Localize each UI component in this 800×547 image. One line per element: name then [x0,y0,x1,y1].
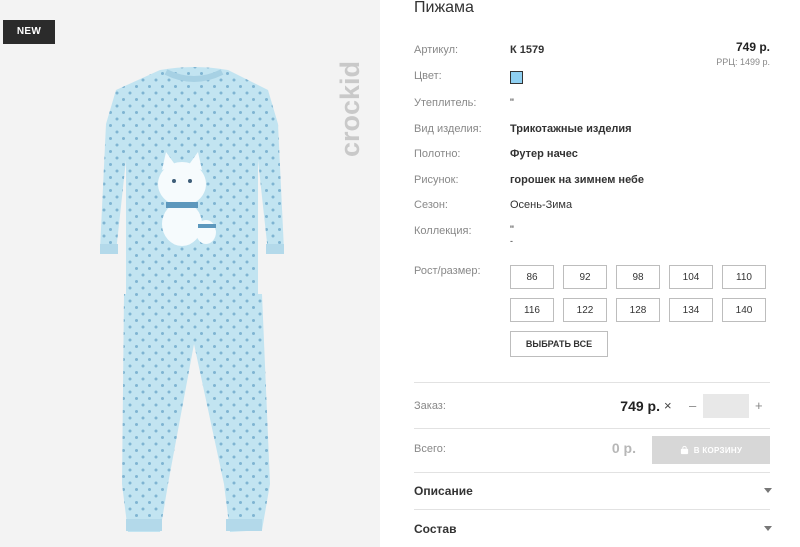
product-type-label: Вид изделия: [414,123,482,135]
select-all-button[interactable]: ВЫБРАТЬ ВСЕ [510,331,608,357]
add-to-cart-button[interactable]: В КОРЗИНУ [652,436,770,464]
divider [414,382,770,383]
cart-button-label: В КОРЗИНУ [693,445,743,455]
fabric-value: Футер начес [510,148,578,160]
increase-button[interactable]: + [755,398,763,413]
size-option[interactable]: 104 [669,265,713,289]
accordion-description-title[interactable]: Описание [414,484,473,498]
product-image-panel[interactable]: NEW crockid [0,0,380,547]
product-details: Пижама Артикул: К 1579 749 р. РРЦ: 1499 … [414,0,772,547]
cart-icon [680,445,688,454]
brand-logo-text: crockid [335,61,365,157]
decrease-button[interactable]: – [689,398,696,413]
quantity-input[interactable] [703,394,749,418]
season-label: Сезон: [414,199,448,211]
fabric-label: Полотно: [414,148,461,160]
crockid-logo-icon: crockid [335,61,365,157]
product-photo [100,67,284,532]
article-value: К 1579 [510,44,545,56]
pattern-label: Рисунок: [414,174,459,186]
collection-extra: - [510,236,513,246]
size-option[interactable]: 92 [563,265,607,289]
size-label: Рост/размер: [414,265,481,277]
new-badge: NEW [3,20,55,44]
rrp-price: РРЦ: 1499 р. [716,57,770,67]
chevron-down-icon[interactable] [764,488,772,493]
collection-label: Коллекция: [414,225,472,237]
product-type-value: Трикотажные изделия [510,123,632,135]
insulation-label: Утеплитель: [414,97,477,109]
season-value: Осень-Зима [510,199,573,211]
size-option[interactable]: 110 [722,265,766,289]
total-label: Всего: [414,443,446,455]
size-option[interactable]: 86 [510,265,554,289]
order-label: Заказ: [414,400,446,412]
size-option[interactable]: 122 [563,298,607,322]
order-price: 749 р. [620,398,660,414]
color-label: Цвет: [414,70,442,82]
size-option[interactable]: 98 [616,265,660,289]
divider [414,428,770,429]
divider [414,509,770,510]
product-title: Пижама [414,0,474,16]
size-option[interactable]: 134 [669,298,713,322]
size-option[interactable]: 116 [510,298,554,322]
size-option[interactable]: 140 [722,298,766,322]
size-option[interactable]: 128 [616,298,660,322]
collection-value: " [510,224,514,236]
total-value: 0 р. [611,440,636,456]
accordion-composition-title[interactable]: Состав [414,522,456,536]
color-swatch[interactable] [510,71,523,84]
price: 749 р. [735,40,770,54]
multiply-sign: × [664,398,672,413]
divider [414,472,770,473]
pattern-value: горошек на зимнем небе [510,174,644,186]
insulation-value: " [510,97,514,109]
article-label: Артикул: [414,44,459,56]
chevron-down-icon[interactable] [764,526,772,531]
